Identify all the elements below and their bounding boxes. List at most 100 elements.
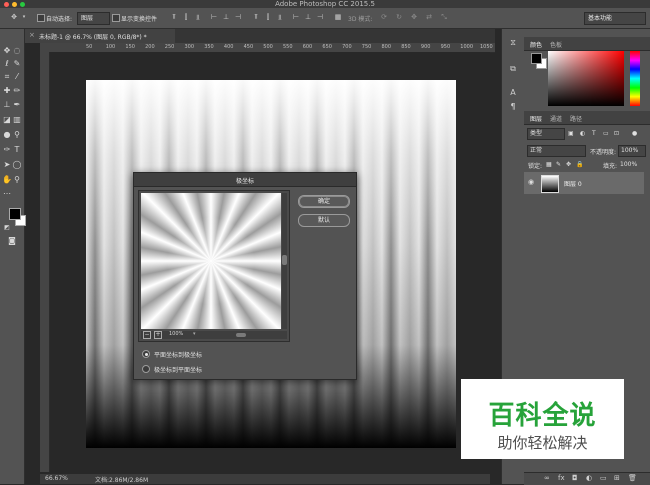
hand-tool-icon[interactable]: ✋ bbox=[2, 175, 12, 185]
preview-horizontal-scroll-thumb[interactable] bbox=[236, 333, 246, 337]
lock-transparent-icon[interactable]: ▦ bbox=[546, 161, 552, 168]
align-top-icon[interactable]: ⫪ bbox=[170, 13, 178, 22]
auto-align-icon[interactable]: ▦ bbox=[334, 13, 342, 22]
align-bottom-icon[interactable]: ⫫ bbox=[194, 13, 202, 22]
more-tools-icon[interactable]: ⋯ bbox=[2, 189, 12, 199]
zoom-in-button[interactable]: + bbox=[154, 331, 162, 339]
tab-color[interactable]: 颜色 bbox=[530, 40, 542, 49]
lock-all-icon[interactable]: 🔒 bbox=[576, 161, 583, 168]
blend-mode-dropdown[interactable]: 正常 bbox=[527, 145, 586, 157]
filter-smart-object-icon[interactable]: ⊡ bbox=[614, 130, 619, 137]
default-colors-icon[interactable]: ◩ bbox=[2, 223, 12, 233]
eraser-tool-icon[interactable]: ◪ bbox=[2, 115, 12, 125]
workspace-dropdown[interactable]: 基本功能 bbox=[584, 12, 646, 25]
tool-presets-panel-icon[interactable]: ⧉ bbox=[508, 64, 518, 74]
align-vcenter-icon[interactable]: ⫿ bbox=[182, 13, 190, 22]
filter-type-icon[interactable]: T bbox=[592, 130, 596, 137]
filter-shape-icon[interactable]: ▭ bbox=[603, 130, 609, 137]
lasso-tool-icon[interactable]: ℓ bbox=[2, 59, 12, 69]
gradient-tool-icon[interactable]: ▥ bbox=[12, 115, 22, 125]
quick-select-tool-icon[interactable]: ✎ bbox=[12, 59, 22, 69]
zoom-out-button[interactable]: − bbox=[143, 331, 151, 339]
history-brush-tool-icon[interactable]: ✒ bbox=[12, 100, 22, 110]
scale-3d-icon[interactable]: ⤡ bbox=[440, 13, 448, 22]
path-selection-tool-icon[interactable]: ➤ bbox=[2, 160, 12, 170]
slide-3d-icon[interactable]: ⇄ bbox=[425, 13, 433, 22]
crop-tool-icon[interactable]: ⌗ bbox=[2, 72, 12, 82]
link-layers-icon[interactable]: ∞ bbox=[544, 474, 550, 482]
pen-tool-icon[interactable]: ✑ bbox=[2, 145, 12, 155]
layer-row[interactable]: ◉ 图层 0 bbox=[524, 172, 644, 194]
delete-layer-icon[interactable]: 🗑 bbox=[628, 474, 637, 482]
distribute-top-icon[interactable]: ⫪ bbox=[252, 13, 260, 22]
distribute-hcenter-icon[interactable]: ⊥ bbox=[304, 13, 312, 22]
filter-adjust-icon[interactable]: ◐ bbox=[580, 130, 585, 137]
ok-button[interactable]: 确定 bbox=[298, 195, 350, 208]
align-right-icon[interactable]: ⊣ bbox=[234, 13, 242, 22]
document-tab[interactable]: × 未标题-1 @ 66.7% (图层 0, RGB/8*) * bbox=[25, 29, 176, 43]
foreground-color-swatch[interactable] bbox=[9, 208, 21, 220]
add-mask-icon[interactable]: ◘ bbox=[572, 474, 578, 482]
filter-pixel-icon[interactable]: ▣ bbox=[568, 130, 574, 137]
character-panel-icon[interactable]: A bbox=[508, 88, 518, 98]
layer-style-icon[interactable]: fx bbox=[558, 474, 565, 482]
color-picker-field[interactable] bbox=[548, 51, 624, 106]
dialog-titlebar[interactable]: 极坐标 bbox=[134, 173, 356, 187]
type-tool-icon[interactable]: T bbox=[12, 145, 22, 155]
panel-foreground-color-swatch[interactable] bbox=[531, 53, 542, 64]
preview-image[interactable] bbox=[141, 193, 281, 329]
rect-to-polar-radio[interactable] bbox=[142, 350, 150, 358]
history-panel-icon[interactable]: ⧖ bbox=[508, 38, 518, 48]
tab-channels[interactable]: 通道 bbox=[550, 114, 562, 123]
preview-vertical-scrollbar[interactable] bbox=[282, 193, 287, 329]
polar-to-rect-radio[interactable] bbox=[142, 365, 150, 373]
preview-zoom-dropdown-icon[interactable]: ▾ bbox=[193, 331, 196, 337]
orbit-3d-icon[interactable]: ⟳ bbox=[380, 13, 388, 22]
layer-name[interactable]: 图层 0 bbox=[564, 179, 582, 188]
rect-to-polar-label[interactable]: 平面坐标到极坐标 bbox=[154, 350, 202, 359]
auto-select-dropdown[interactable]: 图层 bbox=[77, 12, 110, 25]
opacity-input[interactable]: 100% bbox=[618, 145, 646, 157]
default-button[interactable]: 默认 bbox=[298, 214, 350, 227]
pan-3d-icon[interactable]: ✥ bbox=[410, 13, 418, 22]
move-tool-icon[interactable]: ✥ bbox=[10, 13, 18, 22]
hue-slider[interactable] bbox=[630, 51, 640, 106]
distribute-bottom-icon[interactable]: ⫫ bbox=[276, 13, 284, 22]
adjustment-layer-icon[interactable]: ◐ bbox=[586, 474, 592, 482]
clone-stamp-tool-icon[interactable]: ⊥ bbox=[2, 100, 12, 110]
eyedropper-tool-icon[interactable]: ⁄ bbox=[12, 72, 22, 82]
new-group-icon[interactable]: ▭ bbox=[600, 474, 607, 482]
tab-paths[interactable]: 路径 bbox=[570, 114, 582, 123]
visibility-eye-icon[interactable]: ◉ bbox=[528, 178, 534, 186]
roll-3d-icon[interactable]: ↻ bbox=[395, 13, 403, 22]
tool-preset-dropdown-icon[interactable]: ▾ bbox=[20, 13, 28, 22]
polar-to-rect-label[interactable]: 极坐标到平面坐标 bbox=[154, 365, 202, 374]
paragraph-panel-icon[interactable]: ¶ bbox=[508, 102, 518, 112]
blur-tool-icon[interactable]: ● bbox=[2, 130, 12, 140]
marquee-tool-icon[interactable]: ◌ bbox=[12, 46, 22, 56]
new-layer-icon[interactable]: ⊞ bbox=[614, 474, 620, 482]
layer-filter-dropdown[interactable]: 类型 bbox=[527, 128, 565, 140]
dodge-tool-icon[interactable]: ⚲ bbox=[12, 130, 22, 140]
fill-input[interactable]: 100% bbox=[620, 161, 637, 168]
close-document-icon[interactable]: × bbox=[29, 31, 35, 39]
brush-tool-icon[interactable]: ✏ bbox=[12, 86, 22, 96]
distribute-left-icon[interactable]: ⊢ bbox=[292, 13, 300, 22]
screen-mode-icon[interactable] bbox=[3, 238, 13, 248]
zoom-readout[interactable]: 66.67% bbox=[45, 475, 68, 482]
move-tool-icon[interactable]: ✥ bbox=[2, 46, 12, 56]
lock-image-icon[interactable]: ✎ bbox=[556, 161, 561, 168]
align-left-icon[interactable]: ⊢ bbox=[210, 13, 218, 22]
healing-brush-tool-icon[interactable]: ✚ bbox=[2, 86, 12, 96]
distribute-right-icon[interactable]: ⊣ bbox=[316, 13, 324, 22]
tab-layers[interactable]: 图层 bbox=[530, 114, 542, 123]
show-transform-checkbox[interactable] bbox=[112, 14, 120, 22]
auto-select-checkbox[interactable] bbox=[37, 14, 45, 22]
align-hcenter-icon[interactable]: ⊥ bbox=[222, 13, 230, 22]
distribute-vcenter-icon[interactable]: ⫿ bbox=[264, 13, 272, 22]
zoom-tool-icon[interactable]: ⚲ bbox=[12, 175, 22, 185]
filter-toggle-icon[interactable]: ● bbox=[632, 130, 637, 137]
preview-scroll-thumb[interactable] bbox=[282, 255, 287, 265]
ellipse-tool-icon[interactable]: ◯ bbox=[12, 160, 22, 170]
tab-swatches[interactable]: 色板 bbox=[550, 40, 562, 49]
